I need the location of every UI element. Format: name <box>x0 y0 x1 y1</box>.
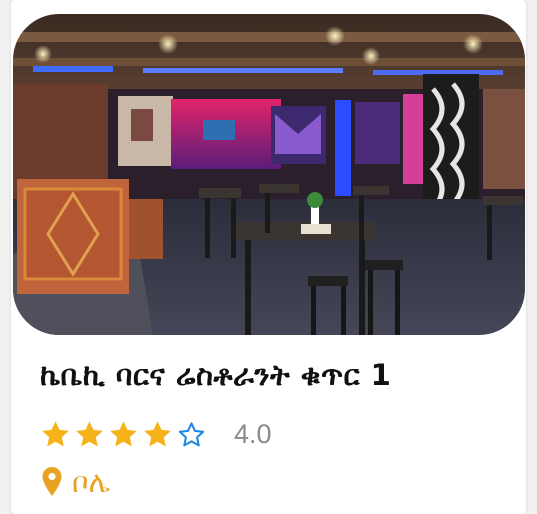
rating-row: 4.0 <box>40 418 272 450</box>
listing-photo[interactable] <box>13 14 525 335</box>
rating-value: 4.0 <box>234 418 272 449</box>
star-icon <box>144 420 171 446</box>
bar-interior-image <box>13 14 525 335</box>
listing-title[interactable]: ኬቤኪ ባርና ሬስቶራንት ቁጥር 1 <box>40 358 520 393</box>
star-icon <box>110 420 137 446</box>
location-pin-icon <box>42 467 62 496</box>
star-icon <box>42 420 69 446</box>
star-outline-icon <box>178 421 205 446</box>
location-row: ቦሌ <box>40 462 110 502</box>
star-icon <box>76 420 103 446</box>
location-text: ቦሌ <box>72 464 111 499</box>
